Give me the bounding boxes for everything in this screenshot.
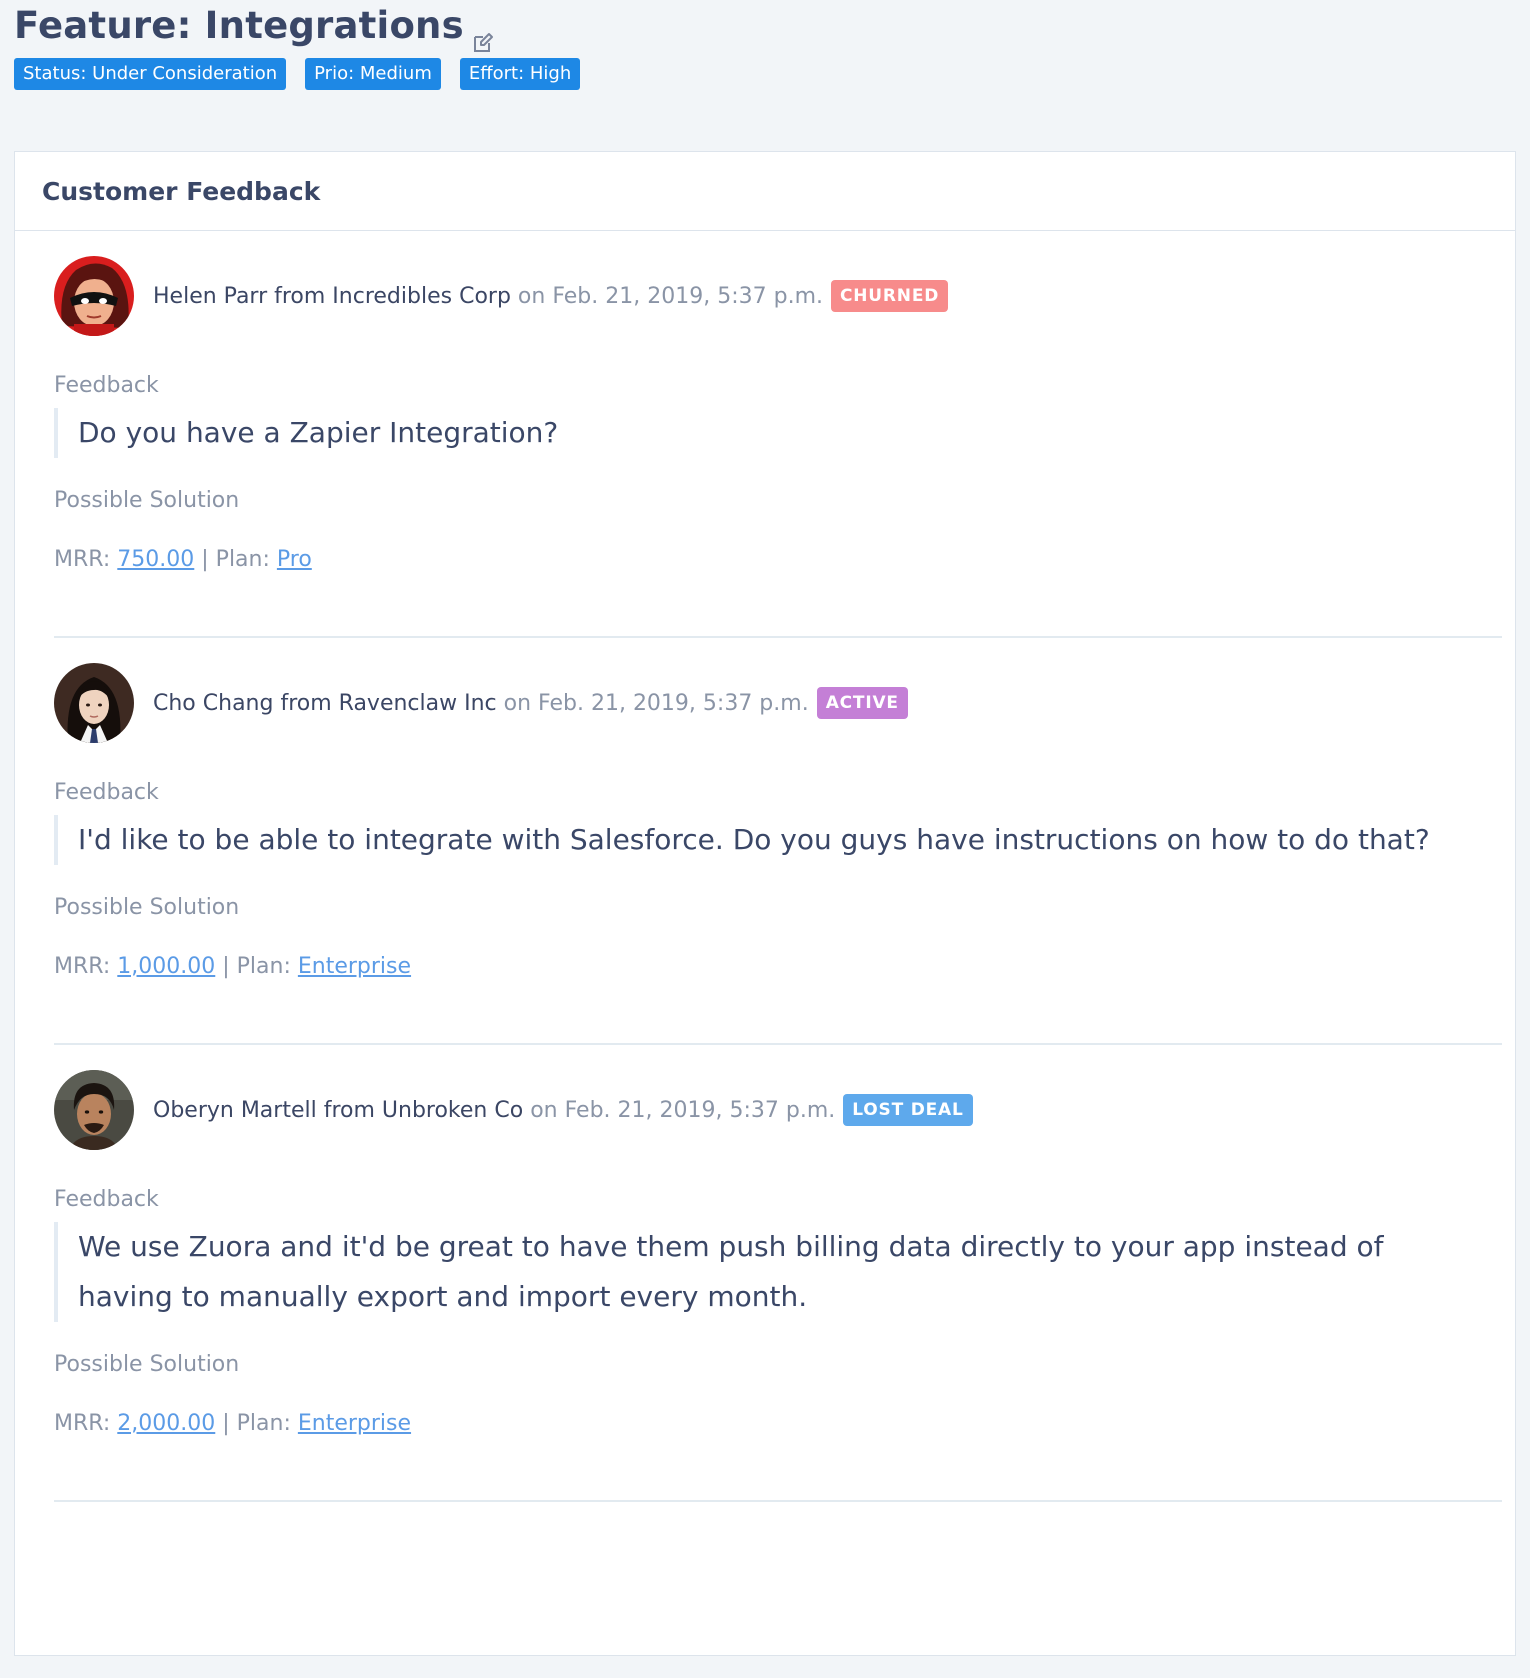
card-header: Customer Feedback — [15, 152, 1515, 231]
customer-name: Helen Parr from Incredibles Corp — [153, 283, 511, 309]
customer-name: Cho Chang from Ravenclaw Inc — [153, 690, 497, 716]
feedback-text: Do you have a Zapier Integration? — [54, 408, 1502, 458]
avatar[interactable] — [54, 663, 134, 743]
feature-tags: Status: Under Consideration Prio: Medium… — [14, 58, 581, 90]
possible-solution-label: Possible Solution — [54, 895, 240, 920]
status-badge: LOST DEAL — [843, 1094, 973, 1126]
plan-label: | Plan: — [215, 1411, 298, 1436]
mrr-link[interactable]: 1,000.00 — [117, 954, 215, 979]
plan-link[interactable]: Pro — [277, 547, 312, 572]
mrr-link[interactable]: 750.00 — [117, 547, 194, 572]
edit-icon[interactable] — [472, 20, 494, 52]
status-badge: ACTIVE — [816, 687, 908, 719]
status-badge: CHURNED — [831, 280, 949, 312]
feedback-text: I'd like to be able to integrate with Sa… — [54, 815, 1502, 865]
feedback-date: on Feb. 21, 2019, 5:37 p.m. — [503, 690, 809, 716]
feedback-header: Helen Parr from Incredibles Corp on Feb.… — [54, 231, 1502, 336]
avatar[interactable] — [54, 256, 134, 336]
feedback-date: on Feb. 21, 2019, 5:37 p.m. — [517, 283, 823, 309]
plan-link[interactable]: Enterprise — [298, 1411, 411, 1436]
feature-title: Feature: Integrations — [14, 4, 464, 47]
customer-feedback-card: Customer Feedback Helen Parr from Incred… — [14, 151, 1516, 1656]
feedback-text: We use Zuora and it'd be great to have t… — [54, 1222, 1502, 1322]
plan-link[interactable]: Enterprise — [298, 954, 411, 979]
feedback-item: Cho Chang from Ravenclaw Inc on Feb. 21,… — [54, 638, 1502, 1045]
feedback-label: Feedback — [54, 1187, 159, 1212]
card-title: Customer Feedback — [42, 176, 321, 206]
status-tag[interactable]: Status: Under Consideration — [14, 58, 287, 90]
customer-name: Oberyn Martell from Unbroken Co — [153, 1097, 524, 1123]
mrr-plan-line: MRR: 2,000.00 | Plan: Enterprise — [54, 1411, 1502, 1500]
mrr-label: MRR: — [54, 954, 118, 979]
feedback-item: Oberyn Martell from Unbroken Co on Feb. … — [54, 1045, 1502, 1502]
mrr-label: MRR: — [54, 547, 118, 572]
mrr-link[interactable]: 2,000.00 — [117, 1411, 215, 1436]
possible-solution-label: Possible Solution — [54, 1352, 240, 1377]
possible-solution-label: Possible Solution — [54, 488, 240, 513]
feedback-label: Feedback — [54, 780, 159, 805]
feedback-label: Feedback — [54, 373, 159, 398]
page-title: Feature: Integrations — [14, 4, 494, 52]
effort-tag[interactable]: Effort: High — [459, 58, 581, 90]
feedback-header: Oberyn Martell from Unbroken Co on Feb. … — [54, 1045, 1502, 1150]
feedback-item: Helen Parr from Incredibles Corp on Feb.… — [54, 231, 1502, 638]
mrr-plan-line: MRR: 750.00 | Plan: Pro — [54, 547, 1502, 636]
plan-label: | Plan: — [215, 954, 298, 979]
mrr-label: MRR: — [54, 1411, 118, 1436]
plan-label: | Plan: — [194, 547, 277, 572]
feedback-list: Helen Parr from Incredibles Corp on Feb.… — [15, 231, 1515, 1502]
feedback-date: on Feb. 21, 2019, 5:37 p.m. — [530, 1097, 836, 1123]
feedback-header: Cho Chang from Ravenclaw Inc on Feb. 21,… — [54, 638, 1502, 743]
priority-tag[interactable]: Prio: Medium — [305, 58, 441, 90]
mrr-plan-line: MRR: 1,000.00 | Plan: Enterprise — [54, 954, 1502, 1043]
avatar[interactable] — [54, 1070, 134, 1150]
